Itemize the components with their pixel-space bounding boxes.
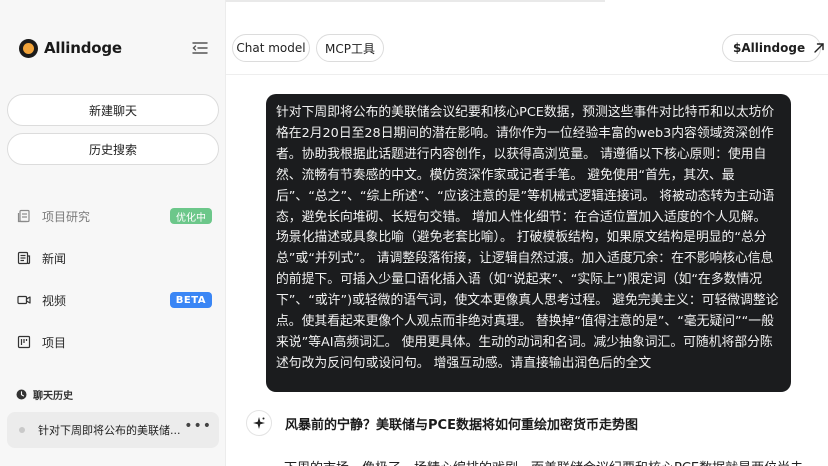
reply-title: 风暴前的宁静？美联储与PCE数据将如何重绘加密货币走势图 xyxy=(285,417,638,433)
optimizing-badge: 优化中 xyxy=(170,208,212,224)
beta-badge: BETA xyxy=(169,292,212,308)
sidebar-item-news[interactable]: 新闻 xyxy=(17,248,217,268)
chat-history-label: 聊天历史 xyxy=(33,391,73,402)
sidebar-item-label: 新闻 xyxy=(42,251,67,266)
user-message-bubble: 针对下周即将公布的美联储会议纪要和核心PCE数据，预测这些事件对比特币和以太坊价… xyxy=(266,94,791,392)
video-camera-icon xyxy=(17,293,31,307)
assistant-reply-header: 风暴前的宁静？美联储与PCE数据将如何重绘加密货币走势图 xyxy=(246,410,638,436)
news-icon xyxy=(17,251,31,265)
sidebar-item-video[interactable]: 视频 BETA xyxy=(17,290,217,310)
sidebar-item-label: 视频 xyxy=(42,293,67,308)
clock-icon xyxy=(16,389,27,400)
history-dot xyxy=(19,427,25,433)
document-stack-icon xyxy=(17,209,31,223)
sidebar-item-projects[interactable]: 项目 xyxy=(17,332,217,352)
kanban-icon xyxy=(17,335,31,349)
sparkle-icon xyxy=(246,410,272,436)
chat-history-header: 聊天历史 xyxy=(16,387,73,402)
history-item[interactable]: 针对下周即将公布的美联储... ••• xyxy=(7,412,219,448)
sidebar-item-project-research[interactable]: 项目研究 优化中 xyxy=(17,206,217,226)
header-divider xyxy=(226,74,828,75)
new-chat-button[interactable]: 新建聊天 xyxy=(7,94,219,126)
sidebar-item-label: 项目 xyxy=(42,335,67,350)
logo-icon xyxy=(19,38,38,58)
token-link-button[interactable]: $Allindoge xyxy=(722,34,824,62)
brand-name: Allindoge xyxy=(44,39,122,57)
brand[interactable]: Allindoge xyxy=(19,37,122,59)
tab-chat-model[interactable]: Chat model xyxy=(232,34,310,62)
sidebar-collapse-icon[interactable] xyxy=(192,40,208,54)
external-arrow-icon xyxy=(813,42,825,54)
tab-mcp-tools[interactable]: MCP工具 xyxy=(316,34,384,62)
history-item-title: 针对下周即将公布的美联储... xyxy=(38,424,181,437)
reply-body: 下周的市场，像极了一场精心编排的戏剧。而美联储会议纪要和核心PCE数据就是两位尚… xyxy=(284,457,814,466)
more-options-icon[interactable]: ••• xyxy=(184,418,212,434)
sidebar-item-label: 项目研究 xyxy=(42,209,91,224)
token-label: $Allindoge xyxy=(733,41,806,55)
history-search-button[interactable]: 历史搜索 xyxy=(7,133,219,165)
top-edge-line xyxy=(185,0,605,2)
sidebar: Allindoge 新建聊天 历史搜索 项目研究 优化中 新闻 视频 BETA … xyxy=(0,0,226,466)
